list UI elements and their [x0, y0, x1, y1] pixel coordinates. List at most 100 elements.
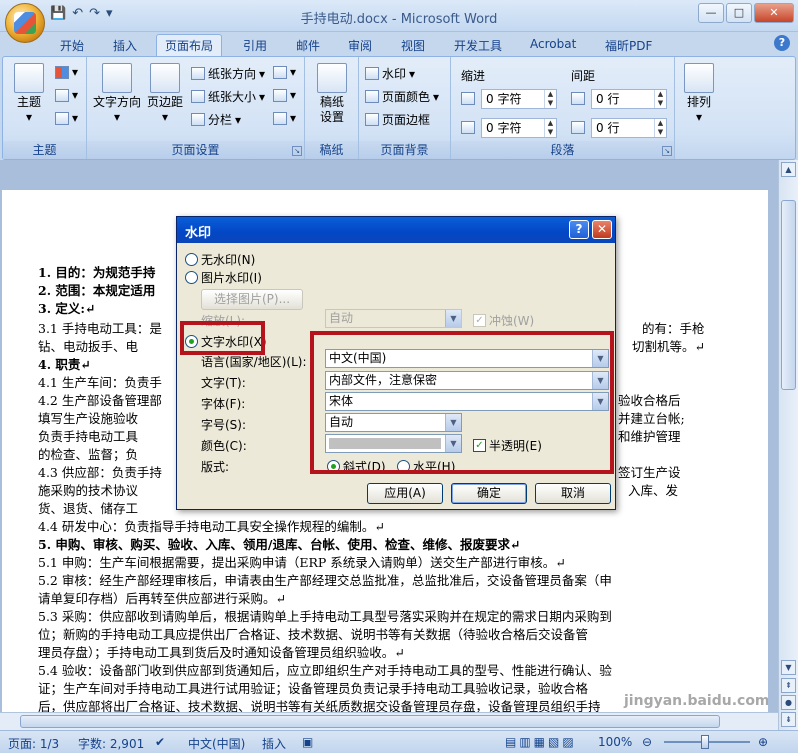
document-line: 理员存盘）；手持电动工具到货后及时通知设备管理员组织验收。↵ [38, 645, 405, 660]
washout-checkbox[interactable]: ✓ 冲蚀(W) [473, 312, 534, 329]
scale-label: 缩放(L): [201, 314, 246, 328]
apply-button[interactable]: 应用(A) [367, 483, 443, 504]
tab-references[interactable]: 引用 [243, 37, 267, 54]
draft-settings-button[interactable]: 稿纸 设置 [311, 63, 353, 125]
hyphenation-button[interactable]: ▾ [273, 111, 296, 125]
orientation-button[interactable]: 纸张方向 ▾ [191, 65, 265, 82]
text-direction-button[interactable]: 文字方向 ▾ [93, 63, 141, 125]
tab-home[interactable]: 开始 [60, 37, 84, 54]
ribbon: 主题 ▾ ▾ ▾ ▾ 主题 文字方向 ▾ 页边距 ▾ 纸张方向 ▾ 纸张大小 ▾ 分栏 ▾ … [2, 56, 796, 160]
breaks-icon [273, 65, 287, 79]
dialog-close-button[interactable]: ✕ [592, 220, 612, 239]
browse-object-icon[interactable]: ● [781, 695, 796, 710]
space-before-spinner[interactable]: 0 行 ▲ ▼ [591, 89, 667, 109]
line-numbers-button[interactable]: ▾ [273, 88, 296, 102]
zoom-out-icon[interactable]: ⊖ [642, 735, 652, 749]
spinner-arrows-icon[interactable]: ▲ ▼ [544, 119, 556, 137]
document-line: 5. 申购、审核、购买、验收、入库、领用/退库、台帐、使用、检查、维修、报废要求… [38, 537, 521, 552]
help-icon[interactable]: ? [774, 35, 790, 51]
space-after-spinner[interactable]: 0 行 ▲ ▼ [591, 118, 667, 138]
zoom-level[interactable]: 100% [598, 735, 632, 749]
paragraph-launcher-icon[interactable]: ↘ [662, 146, 672, 156]
arrange-button[interactable]: 排列 ▾ [679, 63, 719, 125]
page-border-button[interactable]: 页面边框 [365, 111, 430, 128]
dropdown-arrow-icon[interactable]: ▼ [592, 372, 608, 389]
scale-select[interactable]: 自动 ▼ [325, 309, 462, 328]
page-count[interactable]: 页面: 1/3 [8, 735, 59, 752]
horizontal-scroll-thumb[interactable] [20, 715, 720, 728]
help-button[interactable]: ? [569, 220, 589, 239]
font-select[interactable]: 宋体 ▼ [325, 392, 609, 411]
document-line: 3. 定义:↵ [38, 301, 96, 316]
language-status[interactable]: 中文(中国) [188, 735, 245, 752]
breaks-button[interactable]: ▾ [273, 65, 296, 79]
tab-insert[interactable]: 插入 [113, 37, 137, 54]
ok-button[interactable]: 确定 [451, 483, 527, 504]
picture-watermark-radio[interactable]: 图片水印(I) [185, 269, 262, 286]
tab-acrobat[interactable]: Acrobat [530, 37, 576, 51]
macro-icon[interactable]: ▣ [302, 735, 313, 749]
theme-effects-button[interactable]: ▾ [55, 111, 78, 125]
word-count[interactable]: 字数: 2,901 [78, 735, 144, 752]
office-button[interactable] [5, 3, 45, 43]
vertical-scroll-thumb[interactable] [781, 200, 796, 390]
minimize-button[interactable]: — [698, 3, 724, 23]
select-picture-button[interactable]: 选择图片(P)... [201, 289, 303, 310]
radio-icon [185, 271, 198, 284]
insert-mode[interactable]: 插入 [262, 735, 286, 752]
tab-mailings[interactable]: 邮件 [296, 37, 320, 54]
close-window-button[interactable]: ✕ [754, 3, 794, 23]
status-bar: 页面: 1/3 字数: 2,901 ✔ 中文(中国) 插入 ▣ ▤▥▦▧▨ 10… [0, 730, 798, 753]
tab-foxit-pdf[interactable]: 福昕PDF [605, 37, 652, 54]
theme-button[interactable]: 主题 ▾ [9, 63, 49, 125]
cancel-button[interactable]: 取消 [535, 483, 611, 504]
tab-page-layout[interactable]: 页面布局 [156, 34, 223, 56]
text-watermark-radio[interactable]: 文字水印(X) [185, 333, 267, 350]
dropdown-arrow-icon[interactable]: ▼ [445, 435, 461, 452]
size-select[interactable]: 自动 ▼ [325, 413, 462, 432]
proofing-icon[interactable]: ✔ [155, 735, 165, 749]
tab-developer[interactable]: 开发工具 [454, 37, 502, 54]
maximize-button[interactable]: □ [726, 3, 752, 23]
tab-review[interactable]: 审阅 [348, 37, 372, 54]
zoom-in-icon[interactable]: ⊕ [758, 735, 768, 749]
columns-button[interactable]: 分栏 ▾ [191, 111, 241, 128]
horizontal-radio[interactable]: 水平(H) [397, 458, 455, 475]
spinner-arrows-icon[interactable]: ▲ ▼ [654, 119, 666, 137]
theme-fonts-button[interactable]: ▾ [55, 88, 78, 102]
dropdown-arrow-icon[interactable]: ▼ [445, 414, 461, 431]
paper-size-button[interactable]: 纸张大小 ▾ [191, 88, 265, 105]
vertical-scrollbar[interactable]: ▲ ▼ ⇞ ● ⇟ [778, 160, 798, 732]
watermark-text-input[interactable]: 内部文件，注意保密 ▼ [325, 371, 609, 390]
indent-right-spinner[interactable]: 0 字符 ▲ ▼ [481, 118, 557, 138]
color-select[interactable]: ▼ [325, 434, 462, 453]
dropdown-arrow-icon[interactable]: ▼ [592, 393, 608, 410]
scroll-down-icon[interactable]: ▼ [781, 660, 796, 675]
diagonal-radio[interactable]: 斜式(D) [327, 458, 386, 475]
next-page-icon[interactable]: ⇟ [781, 712, 796, 727]
document-line: 4.1 生产车间：负责手 [38, 375, 162, 390]
dropdown-arrow-icon[interactable]: ▼ [592, 350, 608, 367]
watermark-button[interactable]: 水印 ▾ [365, 65, 415, 82]
view-buttons-icon[interactable]: ▤▥▦▧▨ [505, 735, 577, 749]
zoom-slider-knob[interactable] [701, 735, 709, 749]
horizontal-scrollbar[interactable] [0, 712, 778, 730]
right-fragment: 的有：手枪 [642, 321, 705, 336]
page-color-button[interactable]: 页面颜色 ▾ [365, 88, 439, 105]
spinner-arrows-icon[interactable]: ▲ ▼ [544, 90, 556, 108]
prev-page-icon[interactable]: ⇞ [781, 678, 796, 693]
space-after-icon [571, 121, 585, 134]
language-select[interactable]: 中文(中国) ▼ [325, 349, 609, 368]
spinner-arrows-icon[interactable]: ▲ ▼ [654, 90, 666, 108]
dropdown-arrow-icon[interactable]: ▼ [445, 310, 461, 327]
margins-button[interactable]: 页边距 ▾ [145, 63, 185, 125]
orientation-icon [191, 67, 205, 80]
indent-left-spinner[interactable]: 0 字符 ▲ ▼ [481, 89, 557, 109]
no-watermark-radio[interactable]: 无水印(N) [185, 251, 255, 268]
semitransparent-checkbox[interactable]: ✓ 半透明(E) [473, 437, 542, 454]
tab-view[interactable]: 视图 [401, 37, 425, 54]
scroll-up-icon[interactable]: ▲ [781, 162, 796, 177]
theme-colors-button[interactable]: ▾ [55, 65, 78, 79]
page-setup-launcher-icon[interactable]: ↘ [292, 146, 302, 156]
font-label: 字体(F): [201, 397, 246, 411]
